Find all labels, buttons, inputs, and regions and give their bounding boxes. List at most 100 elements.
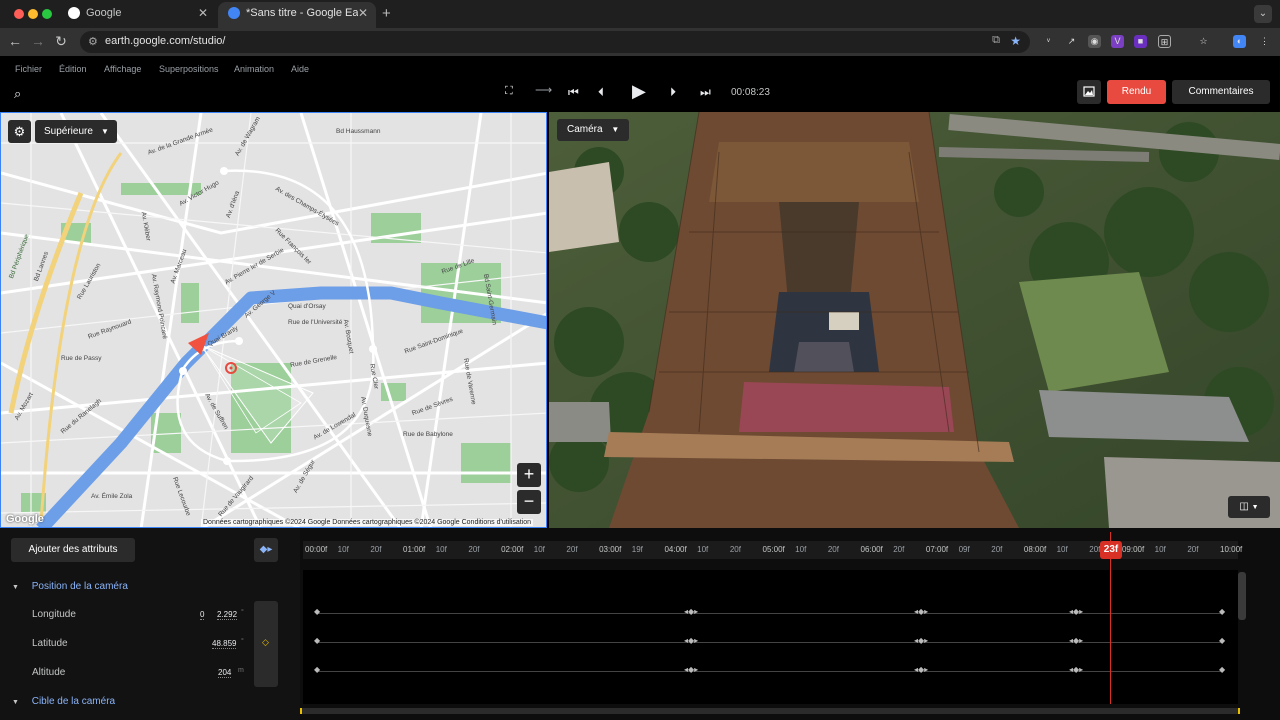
keyframe-diamond-icon[interactable]: ◂◆▸ [914, 665, 928, 674]
puzzle-extensions-icon[interactable]: ⊞ [1158, 35, 1171, 48]
skip-to-end-icon[interactable]: ⏭ [700, 85, 711, 100]
v-extension-icon[interactable]: V [1111, 35, 1124, 48]
keyframe-diamond-icon[interactable]: ◂◆▸ [914, 607, 928, 616]
tab-search-button[interactable]: ⌄ [1254, 5, 1272, 23]
map-panel[interactable]: Av. de la Grande Armée Av. de Wagram Bd … [0, 112, 547, 528]
close-tab-icon[interactable]: ✕ [198, 2, 208, 24]
more-menu-icon[interactable]: ⋮ [1258, 35, 1271, 48]
camera-extension-icon[interactable]: ◉ [1088, 35, 1101, 48]
latitude-value-field[interactable]: 48.859 [212, 639, 237, 649]
render-button[interactable]: Rendu [1107, 80, 1166, 104]
minimize-window-button[interactable] [28, 9, 38, 19]
track-altitude [317, 671, 1222, 672]
collapse-chevron-icon[interactable]: ▼ [12, 699, 19, 706]
snapshot-button[interactable] [1077, 80, 1101, 104]
purple-extension-icon[interactable]: ■ [1134, 35, 1147, 48]
timeline-horizontal-scrollbar[interactable] [300, 708, 1240, 714]
map-settings-gear-icon[interactable]: ⚙ [8, 120, 31, 143]
forward-icon[interactable]: → [29, 33, 47, 49]
extension-icon[interactable]: ↗ [1065, 35, 1078, 48]
maximize-window-button[interactable] [42, 9, 52, 19]
section-camera-position[interactable]: ▼ Position de la caméra [12, 581, 128, 592]
back-icon[interactable]: ← [6, 33, 24, 49]
comments-button[interactable]: Commentaires [1172, 80, 1270, 104]
keyframe-diamond-icon[interactable]: ◆ [1219, 665, 1225, 674]
add-attributes-button[interactable]: Ajouter des attributs [11, 538, 135, 562]
keyframe-nav-icon[interactable]: ◆▸ [254, 538, 278, 562]
keyframe-diamond-icon[interactable]: ◆ [1219, 607, 1225, 616]
reload-icon[interactable]: ↻ [52, 33, 70, 50]
previous-frame-icon[interactable]: ⏴ [598, 85, 604, 100]
bookmark-star-icon[interactable]: ★ [1010, 34, 1021, 48]
keyframe-diamond-icon[interactable]: ◂◆▸ [684, 636, 698, 645]
keyframe-diamond-icon[interactable]: ◂◆▸ [1069, 636, 1083, 645]
camera-view-panel[interactable]: Caméra ▼ ◫ ▼ [549, 112, 1280, 528]
keyframe-diamond-icon[interactable]: ◆ [314, 665, 320, 674]
skip-to-start-icon[interactable]: ⏮ [568, 85, 579, 100]
close-window-button[interactable] [14, 9, 24, 19]
next-frame-icon[interactable]: ⏵ [670, 85, 676, 100]
keyframe-diamond-icon[interactable]: ◂◆▸ [684, 665, 698, 674]
keyframe-diamond-icon[interactable]: ◆ [1219, 636, 1225, 645]
collapse-chevron-icon[interactable]: ▼ [12, 584, 19, 591]
new-tab-button[interactable]: + [382, 5, 391, 22]
map-canvas[interactable] [1, 113, 547, 528]
profile-icon[interactable]: ◐ [1233, 35, 1246, 48]
street-label: Rue de l'Université [288, 319, 343, 326]
install-app-icon[interactable]: ⧉ [992, 34, 1000, 47]
attr-latitude-label: Latitude [32, 638, 68, 649]
timeline-vertical-scrollbar[interactable] [1238, 572, 1246, 620]
add-keyframe-diamond-icon[interactable]: ◇ [262, 637, 269, 648]
keyframe-diamond-icon[interactable]: ◂◆▸ [1069, 665, 1083, 674]
google-logo: Google [6, 513, 44, 525]
loop-icon[interactable]: ⟶ [535, 83, 552, 97]
zoom-out-button[interactable]: − [517, 490, 541, 514]
map-attribution: Données cartographiques ©2024 Google Don… [201, 519, 534, 526]
view-dropdown[interactable]: Supérieure ▼ [35, 120, 117, 143]
menu-affichage[interactable]: Affichage [104, 64, 141, 74]
search-icon[interactable]: ⌕ [14, 86, 21, 102]
keyframe-diamond-icon[interactable]: ◂◆▸ [1069, 607, 1083, 616]
earth-favicon-icon [228, 7, 240, 19]
keyframe-diamond-icon[interactable]: ◆ [314, 607, 320, 616]
browser-tab-google[interactable]: Google ✕ [58, 2, 216, 28]
camera-3d-view[interactable] [549, 112, 1280, 528]
ruler-tick-label: 08:00f [1023, 545, 1047, 554]
ruler-tick-label: 00:00f [305, 545, 328, 554]
menu-edition[interactable]: Édition [59, 64, 87, 74]
menu-fichier[interactable]: Fichier [15, 64, 42, 74]
zoom-in-button[interactable]: + [517, 463, 541, 487]
extension-icon[interactable]: ᵛ [1042, 35, 1055, 48]
menu-superpositions[interactable]: Superpositions [159, 64, 219, 74]
browser-tab-bar: Google ✕ *Sans titre - Google Earth St ✕… [0, 0, 1280, 28]
longitude-value-field[interactable]: 2.292 [217, 610, 238, 620]
keyframe-toggle-column[interactable]: ◇ [254, 601, 278, 687]
layout-toggle-button[interactable]: ◫ ▼ [1228, 496, 1270, 518]
bookmarks-icon[interactable]: ☆ [1197, 35, 1210, 48]
menu-animation[interactable]: Animation [234, 64, 274, 74]
chevron-down-icon: ▼ [1251, 504, 1259, 511]
time-ruler[interactable]: 00:00f 10f 20f 01:00f 10f 20f 02:00f 10f 20f 03:0… [303, 541, 1242, 559]
keyframe-diamond-icon[interactable]: ◂◆▸ [684, 607, 698, 616]
site-info-icon[interactable]: ⚙ [88, 35, 98, 48]
playhead-badge[interactable]: 23f [1100, 541, 1122, 559]
chevron-down-icon: ▼ [101, 127, 109, 136]
camera-dropdown[interactable]: Caméra ▼ [557, 119, 630, 141]
attributes-panel: Ajouter des attributs ◆▸ ▼ Position de l… [0, 528, 300, 720]
latitude-unit: ° [241, 638, 244, 645]
browser-tab-earth-studio[interactable]: *Sans titre - Google Earth St ✕ [218, 2, 376, 28]
ruler-tick-label: 10f [1154, 545, 1166, 554]
keyframe-diamond-icon[interactable]: ◂◆▸ [914, 636, 928, 645]
address-bar: ← → ↻ ⚙ earth.google.com/studio/ ⧉ ★ ᵛ ↗… [0, 28, 1280, 56]
ruler-tick-label: 02:00f [501, 545, 524, 554]
fullscreen-icon[interactable]: ⛶ [505, 85, 513, 98]
section-camera-target[interactable]: ▼ Cible de la caméra [12, 696, 115, 707]
longitude-deg-field[interactable]: 0 [200, 610, 205, 620]
altitude-value-field[interactable]: 204 [218, 668, 232, 678]
menu-aide[interactable]: Aide [291, 64, 309, 74]
close-tab-icon[interactable]: ✕ [358, 2, 368, 24]
play-icon[interactable]: ▶ [632, 81, 646, 102]
omnibox[interactable]: ⚙ earth.google.com/studio/ ⧉ ★ [80, 31, 1030, 53]
keyframe-diamond-icon[interactable]: ◆ [314, 636, 320, 645]
keyframe-tracks[interactable]: ◆ ◂◆▸ ◂◆▸ ◂◆▸ ◆ ◆ ◂◆▸ ◂◆▸ ◂◆▸ ◆ ◆ ◂◆▸ ◂◆▸ ◂◆▸ ◆ [303, 570, 1238, 704]
